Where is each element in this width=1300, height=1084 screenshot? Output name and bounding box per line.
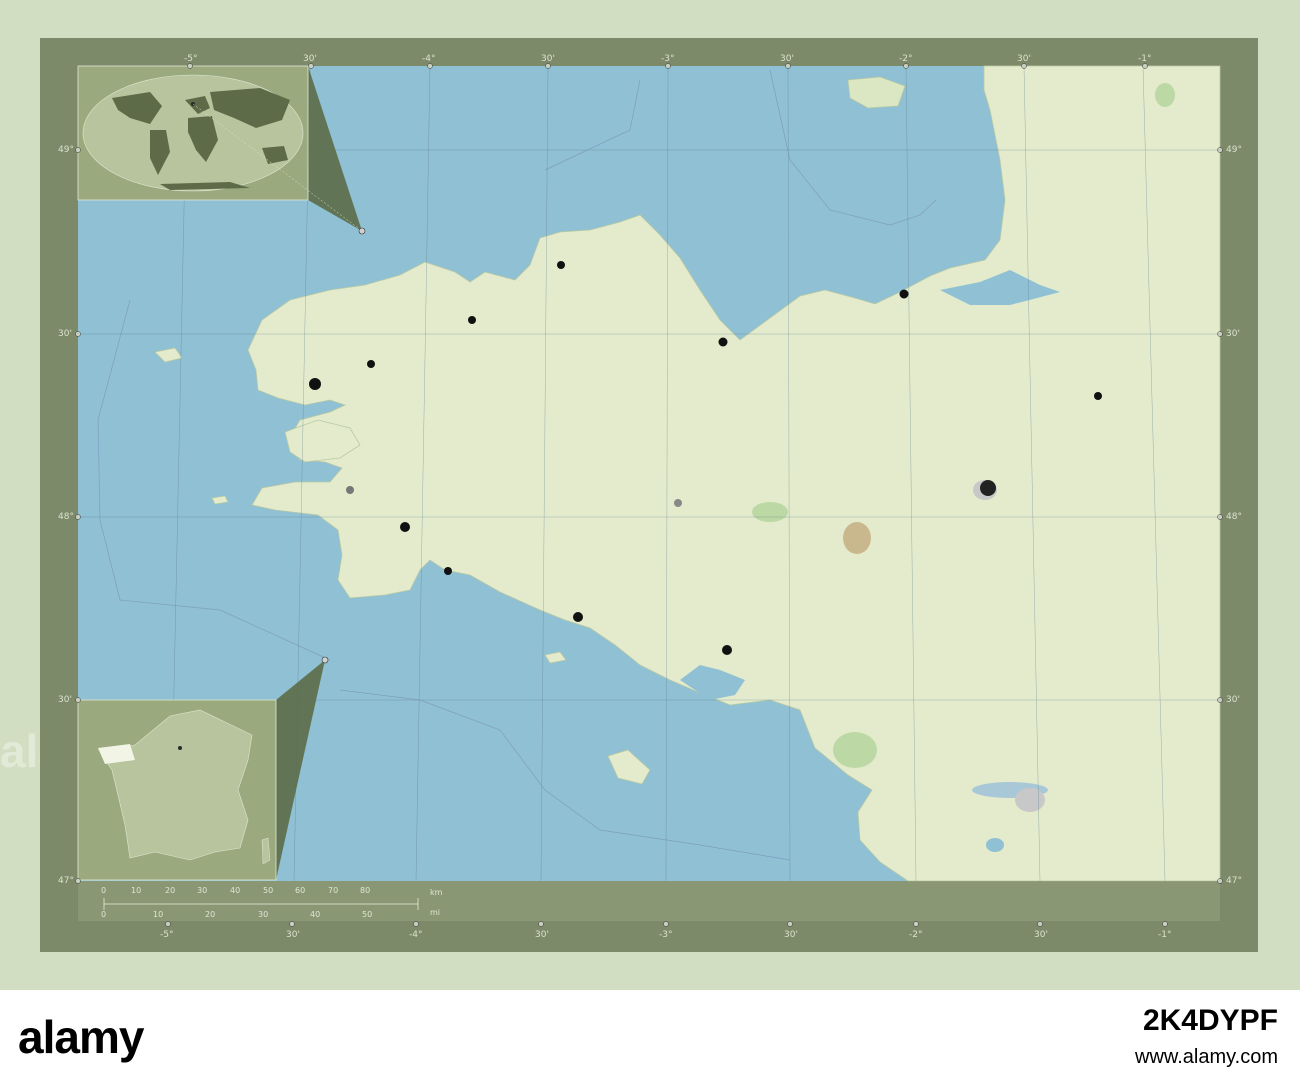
left-tick-label: 47° <box>58 876 74 886</box>
bottom-tick-label: -5° <box>160 930 174 940</box>
scale-mi-value: 20 <box>205 910 216 919</box>
forest-patch <box>833 732 877 768</box>
bottom-tick-label: -3° <box>659 930 673 940</box>
top-tick-label: 30' <box>303 54 317 64</box>
image-id: 2K4DYPF <box>1142 1004 1278 1037</box>
scale-mi-unit: mi <box>430 908 441 917</box>
callout-anchor <box>358 227 366 235</box>
scale-mi-value: 40 <box>310 910 321 919</box>
scale-km-value: 20 <box>165 886 176 895</box>
right-tick-label: 30' <box>1226 695 1240 705</box>
top-tick-label: -4° <box>422 54 436 64</box>
city-marker <box>1094 392 1102 400</box>
scale-km-value: 60 <box>295 886 306 895</box>
forest-patch <box>1155 83 1175 107</box>
city-marker <box>573 612 583 622</box>
footer-bar <box>0 990 1300 1084</box>
top-tick-label: 30' <box>541 54 555 64</box>
france-inset-marker <box>178 746 182 750</box>
city-marker <box>400 522 410 532</box>
left-tick-label: 49° <box>58 145 74 155</box>
alamy-logo[interactable]: alamy <box>18 1010 144 1064</box>
top-tick-label: -5° <box>184 54 198 64</box>
forest-patch <box>752 502 788 522</box>
bottom-tick-label: 30' <box>784 930 798 940</box>
right-tick-label: 47° <box>1226 876 1242 886</box>
city-marker <box>346 486 354 494</box>
callout-anchor <box>321 656 329 664</box>
city-marker <box>722 645 732 655</box>
top-tick-label: -2° <box>899 54 913 64</box>
bottom-tick-label: -2° <box>909 930 923 940</box>
city-marker <box>309 378 321 390</box>
bottom-tick-label: -4° <box>409 930 423 940</box>
left-tick-label: 48° <box>58 512 74 522</box>
scale-km-value: 10 <box>131 886 142 895</box>
top-tick-label: 30' <box>780 54 794 64</box>
scale-bar-band <box>78 881 1220 921</box>
scale-km-value: 40 <box>230 886 241 895</box>
top-tick-label: -1° <box>1138 54 1152 64</box>
right-tick-label: 48° <box>1226 512 1242 522</box>
scale-km-value: 80 <box>360 886 371 895</box>
scale-km-value: 30 <box>197 886 208 895</box>
city-marker <box>899 289 909 299</box>
city-marker <box>980 480 996 496</box>
map-canvas <box>75 63 1223 927</box>
scale-mi-value: 50 <box>362 910 373 919</box>
bottom-tick-label: 30' <box>1034 930 1048 940</box>
right-tick-label: 30' <box>1226 329 1240 339</box>
bottom-tick-label: -1° <box>1158 930 1172 940</box>
right-tick-label: 49° <box>1226 145 1242 155</box>
city-marker <box>444 567 452 575</box>
left-tick-label: 30' <box>58 695 72 705</box>
top-tick-label: -3° <box>661 54 675 64</box>
bottom-tick-label: 30' <box>535 930 549 940</box>
left-tick-label: 30' <box>58 329 72 339</box>
scale-mi-value: 10 <box>153 910 164 919</box>
scale-km-value: 50 <box>263 886 274 895</box>
site-url[interactable]: www.alamy.com <box>1135 1046 1278 1069</box>
top-tick-label: 30' <box>1017 54 1031 64</box>
city-marker <box>674 499 682 507</box>
scale-km-value: 70 <box>328 886 339 895</box>
scale-km-unit: km <box>430 888 443 897</box>
city-marker <box>718 337 728 347</box>
nantes-urban <box>1015 788 1045 812</box>
scale-km-value: 0 <box>101 886 107 895</box>
scale-mi-value: 30 <box>258 910 269 919</box>
bottom-tick-label: 30' <box>286 930 300 940</box>
city-marker <box>468 316 476 324</box>
lake <box>986 838 1004 852</box>
city-marker <box>367 360 375 368</box>
scale-mi-value: 0 <box>101 910 107 919</box>
forest-patch <box>843 522 871 554</box>
city-marker <box>557 261 565 269</box>
